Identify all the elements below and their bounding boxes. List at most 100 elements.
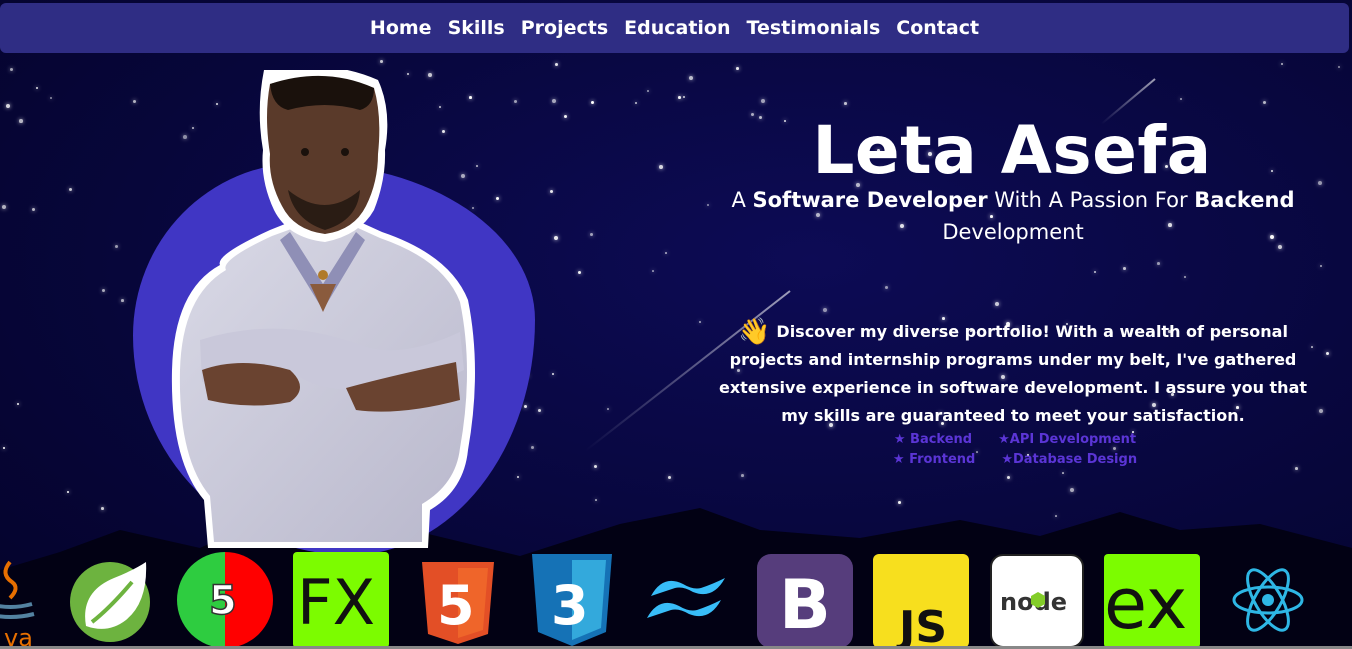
star	[550, 190, 554, 194]
star	[6, 104, 11, 109]
hero-name: Leta Asefa	[812, 112, 1212, 189]
star	[2, 205, 7, 210]
tag-row: ★ Frontend ★Database Design	[880, 452, 1150, 472]
tag-backend: ★ Backend	[893, 432, 973, 447]
nodejs-icon: node	[990, 554, 1084, 648]
star	[1318, 181, 1323, 186]
bootstrap-icon: B	[757, 554, 853, 648]
profile-photo	[171, 70, 475, 548]
star	[1320, 265, 1322, 267]
star	[635, 102, 638, 105]
star	[784, 120, 787, 123]
star	[552, 373, 554, 375]
tag-database-design: ★Database Design	[1001, 452, 1138, 467]
star	[552, 99, 556, 103]
star	[531, 446, 535, 450]
star	[995, 302, 999, 306]
star	[665, 252, 667, 254]
star	[607, 408, 609, 410]
tag-row: ★ Backend ★API Development	[880, 432, 1150, 452]
star	[102, 289, 106, 293]
tagline-role: Software Developer	[752, 188, 988, 212]
star	[699, 321, 702, 324]
star	[554, 236, 559, 241]
top-navbar: Home Skills Projects Education Testimoni…	[0, 3, 1349, 53]
star	[741, 474, 744, 477]
star	[683, 96, 686, 99]
spring-icon	[70, 562, 150, 642]
star	[69, 188, 72, 191]
star	[3, 447, 5, 449]
java-text: va	[4, 624, 33, 648]
tagline-prefix: A	[731, 188, 753, 212]
tagline-focus: Backend	[1194, 188, 1295, 212]
star	[678, 96, 681, 99]
star	[17, 403, 19, 405]
tagline-middle: With A Passion For	[987, 188, 1195, 212]
star	[32, 208, 36, 212]
star	[823, 308, 827, 312]
html5-badge-text: 5	[209, 578, 237, 624]
css3-text: 3	[551, 574, 589, 637]
nav-home[interactable]: Home	[370, 17, 432, 39]
java-icon: va	[0, 560, 35, 648]
nav-contact[interactable]: Contact	[896, 17, 979, 39]
tagline-suffix: Development	[942, 220, 1084, 244]
star	[1184, 276, 1187, 279]
tailwind-icon	[647, 578, 725, 618]
star	[578, 271, 582, 275]
star	[496, 197, 500, 201]
star	[380, 60, 383, 63]
javascript-icon: JS	[873, 554, 969, 648]
star	[10, 68, 14, 72]
star	[759, 116, 763, 120]
star	[885, 286, 889, 290]
skills-tags: ★ Backend ★API Development ★ Frontend ★D…	[880, 432, 1150, 472]
express-icon: ex	[1104, 554, 1200, 648]
star	[1326, 352, 1330, 356]
star	[1007, 476, 1011, 480]
javascript-text: JS	[896, 602, 947, 648]
star	[538, 409, 542, 413]
star	[647, 90, 650, 93]
star	[736, 67, 739, 70]
about-paragraph: 👋 Discover my diverse portfolio! With a w…	[716, 318, 1310, 430]
star	[761, 99, 766, 104]
nav-testimonials[interactable]: Testimonials	[747, 17, 881, 39]
express-text: ex	[1104, 563, 1187, 645]
star	[115, 245, 119, 249]
star	[844, 102, 847, 105]
star	[1311, 346, 1313, 348]
star	[1180, 98, 1182, 100]
bootstrap-text: B	[779, 566, 831, 645]
star	[564, 115, 568, 119]
star	[1123, 267, 1126, 270]
star	[668, 476, 672, 480]
waving-hand-icon: 👋	[738, 317, 771, 347]
star	[36, 87, 39, 90]
star	[50, 97, 52, 99]
star	[19, 119, 23, 123]
nav-skills[interactable]: Skills	[448, 17, 505, 39]
hero-tagline: A Software Developer With A Passion For …	[725, 184, 1301, 248]
star	[652, 270, 654, 272]
star	[1338, 66, 1341, 69]
star	[133, 100, 137, 104]
star	[1062, 472, 1064, 474]
react-icon	[1232, 568, 1304, 632]
star	[1094, 271, 1097, 274]
star	[1263, 101, 1267, 105]
tech-stack-row: va 5 FX 5 3 B JS ex	[0, 552, 1352, 649]
star	[659, 165, 663, 169]
nav-education[interactable]: Education	[624, 17, 730, 39]
star	[517, 476, 520, 479]
star	[1281, 63, 1284, 66]
tag-frontend: ★ Frontend	[892, 452, 976, 467]
css3-icon: 3	[532, 554, 612, 646]
star	[1319, 409, 1323, 413]
html5-badge-icon: 5	[177, 552, 273, 648]
hero-section: Leta Asefa A Software Developer With A P…	[0, 0, 1352, 649]
html5-icon: 5	[422, 562, 494, 644]
nav-projects[interactable]: Projects	[521, 17, 608, 39]
star	[594, 465, 597, 468]
